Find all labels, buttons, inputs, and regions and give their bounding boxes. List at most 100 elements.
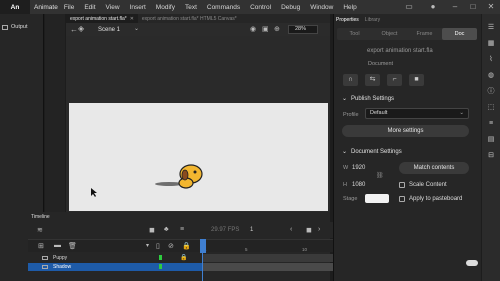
- workspace-layout-icon[interactable]: ▭: [404, 2, 414, 12]
- subtab-doc[interactable]: Doc: [442, 28, 477, 40]
- color-icon[interactable]: ◍: [486, 72, 496, 80]
- align-icon[interactable]: ≡: [486, 120, 496, 128]
- document-settings-title: Document Settings: [351, 148, 402, 155]
- link-icon[interactable]: ⛓: [376, 172, 384, 179]
- layer-name[interactable]: Puppy: [53, 255, 67, 261]
- scene-name[interactable]: Scene 1: [98, 27, 120, 33]
- menu-insert[interactable]: Insert: [130, 4, 146, 11]
- menu-view[interactable]: View: [106, 4, 120, 11]
- center-stage-icon[interactable]: ⊕: [274, 25, 280, 33]
- minimize-icon[interactable]: –: [450, 2, 460, 12]
- delete-icon[interactable]: 🗑: [68, 242, 77, 250]
- publish-settings-header[interactable]: ⌄ Publish Settings: [342, 95, 395, 103]
- layer-color-icon[interactable]: ▯: [156, 242, 160, 250]
- match-contents-button[interactable]: Match contents: [399, 162, 469, 174]
- right-toolbar: [482, 14, 500, 281]
- menu-window[interactable]: Window: [310, 4, 333, 11]
- layers-icon[interactable]: ≋: [37, 226, 43, 234]
- chevron-down-icon[interactable]: ⌄: [134, 25, 139, 32]
- layer-color-marker[interactable]: [159, 255, 162, 260]
- document-settings-header[interactable]: ⌄ Document Settings: [342, 148, 402, 156]
- profile-label: Profile: [343, 112, 359, 118]
- info-icon[interactable]: ⓘ: [486, 88, 496, 96]
- lock-icon[interactable]: 🔒: [180, 254, 187, 261]
- scale-content-checkbox[interactable]: [399, 182, 405, 188]
- more-settings-button[interactable]: More settings: [342, 125, 469, 137]
- components-icon[interactable]: ⊟: [486, 152, 496, 160]
- zoom-input[interactable]: 28%: [288, 25, 318, 34]
- playhead[interactable]: [200, 239, 206, 253]
- height-field[interactable]: 1080: [352, 182, 365, 188]
- menu-control[interactable]: Control: [250, 4, 271, 11]
- current-frame[interactable]: 1: [250, 227, 253, 233]
- magnet-icon[interactable]: ∩: [343, 74, 358, 86]
- scale-content-option[interactable]: Scale Content: [399, 182, 447, 188]
- apply-pasteboard-checkbox[interactable]: [399, 196, 405, 202]
- chevron-down-icon[interactable]: ▾: [146, 242, 149, 249]
- close-icon[interactable]: ✕: [486, 2, 496, 12]
- workspace-name[interactable]: Animate: [34, 4, 58, 11]
- clip-icon[interactable]: ▣: [262, 25, 269, 33]
- timeline-toggle[interactable]: [466, 260, 478, 266]
- chevron-down-icon: ⌄: [459, 110, 464, 116]
- close-tab-icon[interactable]: ✕: [130, 16, 134, 22]
- menu-modify[interactable]: Modify: [156, 4, 175, 11]
- mouse-cursor: [91, 188, 97, 197]
- camera-icon[interactable]: ◼: [149, 226, 155, 234]
- layer-color-marker[interactable]: [159, 264, 162, 269]
- subtab-frame[interactable]: Frame: [407, 28, 442, 40]
- fps-value[interactable]: 29.97 FPS: [211, 227, 239, 233]
- subtab-tool[interactable]: Tool: [337, 28, 372, 40]
- play-icon[interactable]: ◼: [306, 226, 312, 234]
- puppy-ear: [181, 169, 189, 181]
- menu-text[interactable]: Text: [185, 4, 197, 11]
- new-layer-icon[interactable]: ⊞: [38, 242, 44, 250]
- tab-properties[interactable]: Properties: [336, 17, 359, 23]
- transform-icon[interactable]: ⬚: [486, 104, 496, 112]
- stack-icon[interactable]: ≡: [180, 226, 184, 233]
- doc-tab-main[interactable]: export animation start.fla* ✕: [66, 14, 138, 23]
- stage-color-swatch[interactable]: [365, 194, 389, 203]
- next-frame-icon[interactable]: ›: [318, 226, 320, 233]
- doc-tab-html5[interactable]: export animation start.fla* HTML5 Canvas…: [138, 14, 241, 23]
- subtab-object[interactable]: Object: [372, 28, 407, 40]
- lock-icon[interactable]: ■: [409, 74, 424, 86]
- stage[interactable]: [69, 103, 328, 211]
- menu-file[interactable]: File: [64, 4, 74, 11]
- properties-icon[interactable]: ☰: [486, 24, 496, 32]
- lock-icon[interactable]: 🔒: [182, 242, 191, 250]
- output-tab[interactable]: Output: [2, 22, 42, 32]
- menu-edit[interactable]: Edit: [84, 4, 95, 11]
- ruler-5: 5: [245, 247, 248, 252]
- convert-icon[interactable]: ⇆: [365, 74, 380, 86]
- scene-icon[interactable]: ◈: [78, 24, 84, 33]
- corner-icon[interactable]: ⌐: [387, 74, 402, 86]
- width-field[interactable]: 1920: [352, 165, 365, 171]
- library-icon[interactable]: ▦: [486, 40, 496, 48]
- tab-library[interactable]: Library: [365, 17, 380, 23]
- menu-help[interactable]: Help: [343, 4, 356, 11]
- layer-row-puppy[interactable]: Puppy 🔒: [28, 254, 202, 262]
- publish-settings-title: Publish Settings: [351, 95, 395, 102]
- hide-icon[interactable]: ⊘: [168, 242, 174, 250]
- menu-debug[interactable]: Debug: [281, 4, 300, 11]
- chart-icon[interactable]: ▤: [486, 136, 496, 144]
- puppet-icon[interactable]: ♣: [164, 226, 169, 233]
- output-tab-label: Output: [11, 24, 28, 30]
- timeline-title[interactable]: Timeline: [31, 214, 50, 220]
- layer-name[interactable]: Shadow: [53, 264, 71, 270]
- apply-pasteboard-option[interactable]: Apply to pasteboard: [399, 196, 462, 202]
- new-folder-icon[interactable]: ▬: [54, 242, 61, 249]
- puppy-graphic[interactable]: [147, 161, 209, 191]
- layer-row-shadow[interactable]: Shadow: [28, 263, 202, 271]
- maximize-icon[interactable]: □: [468, 2, 478, 12]
- share-icon[interactable]: ●: [428, 2, 438, 12]
- width-label: W: [343, 165, 349, 171]
- menu-commands[interactable]: Commands: [207, 4, 240, 11]
- back-icon[interactable]: ←: [70, 25, 78, 34]
- scene-bar: ← ◈ Scene 1 ⌄ ◉ ▣ ⊕ 28%: [66, 23, 330, 36]
- profile-select[interactable]: Default ⌄: [365, 108, 469, 119]
- motion-icon[interactable]: ⌇: [486, 56, 496, 64]
- camera-icon[interactable]: ◉: [250, 25, 256, 33]
- prev-frame-icon[interactable]: ‹: [290, 226, 292, 233]
